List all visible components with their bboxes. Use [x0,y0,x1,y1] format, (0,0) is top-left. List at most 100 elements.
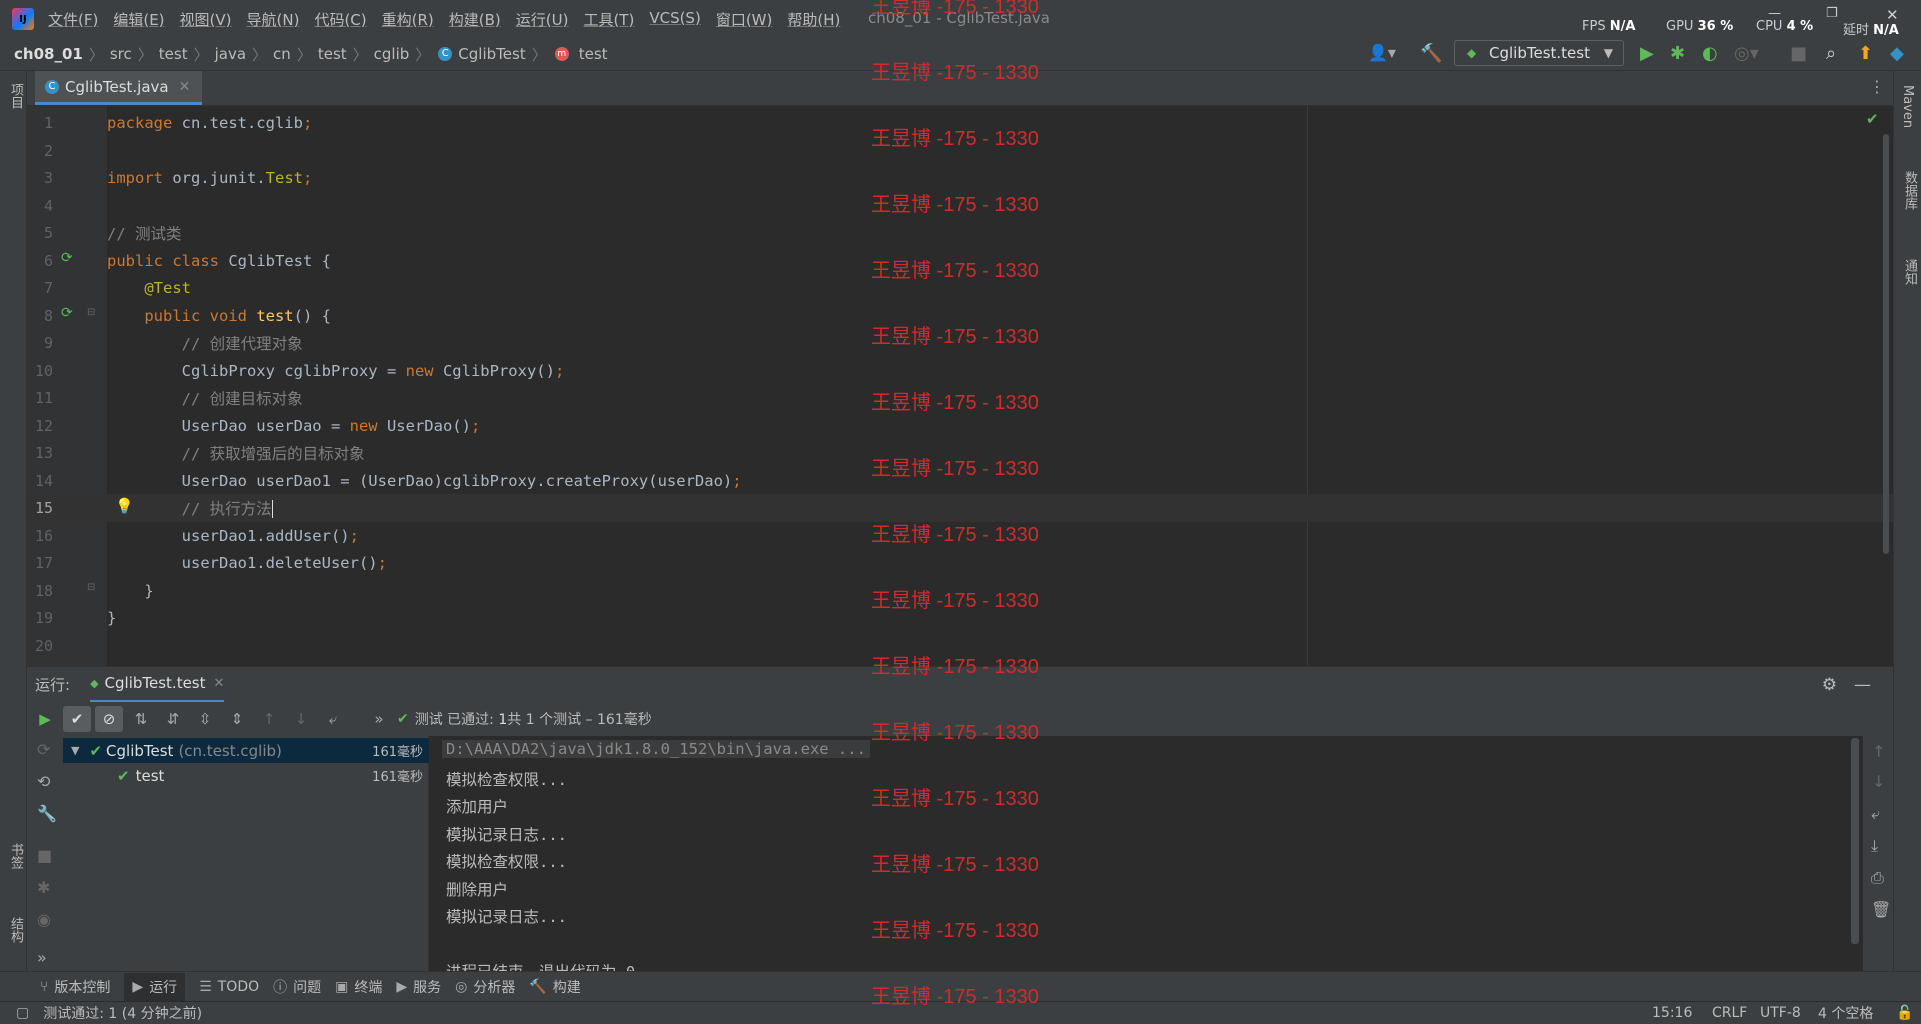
run-tab[interactable]: ◆ CglibTest.test ✕ [90,667,225,703]
sort-alphabetically-icon[interactable]: ⇅ [127,706,155,732]
menu-item-4[interactable]: 代码(C) [314,9,366,30]
inspection-ok-icon[interactable]: ✔ [1866,110,1879,128]
run-config-selector[interactable]: ◆ CglibTest.test ▼ [1454,40,1624,66]
rerun-icon[interactable]: ▶ [31,706,59,732]
breadcrumb-src[interactable]: src [110,45,132,63]
line-ending[interactable]: CRLF [1712,1005,1747,1021]
collapse-all-icon[interactable]: ⇕ [223,706,251,732]
close-window-button[interactable]: ✕ [1886,6,1899,24]
menu-item-7[interactable]: 运行(U) [516,9,569,30]
toggle-auto-test-icon[interactable]: ⟲ [37,772,50,791]
console-output[interactable]: D:\AAA\DA2\java\jdk1.8.0_152\bin\java.ex… [430,736,1863,971]
more-actions-icon[interactable]: » [365,706,393,732]
structure-tool-button[interactable]: 结构 [6,917,25,943]
breadcrumb-test-pkg[interactable]: test [318,45,347,63]
code-line[interactable]: 5 // 测试类 [27,219,1893,247]
maven-tool-button[interactable]: Maven [1900,85,1915,128]
tree-row-test[interactable]: ✔ test 161毫秒 [63,763,429,788]
expand-more-icon[interactable]: » [37,948,47,967]
editor-scrollbar[interactable] [1883,134,1889,554]
tab-todo[interactable]: ☰ TODO [199,979,259,995]
code-line[interactable]: 17 userDao1.deleteUser(); [27,549,1893,577]
tab-services[interactable]: ▶ 服务 [396,977,441,997]
lock-icon[interactable]: 🔓 [1896,1005,1913,1021]
menu-item-11[interactable]: 帮助(H) [787,9,840,30]
ide-features-icon[interactable]: ◆ [1890,43,1904,64]
minimize-button[interactable]: — [1768,6,1781,21]
menu-item-2[interactable]: 视图(V) [180,9,232,30]
coverage-icon[interactable]: ◐ [1702,43,1718,64]
vcs-user-icon[interactable]: 👤▾ [1368,43,1396,62]
menu-item-1[interactable]: 编辑(E) [113,9,164,30]
build-hammer-icon[interactable]: 🔨 [1420,43,1442,64]
maximize-button[interactable]: ❐ [1826,6,1838,21]
tab-problems[interactable]: ⓘ 问题 [273,977,321,997]
soft-wrap-icon[interactable]: ⤶ [1871,804,1880,824]
settings-gear-icon[interactable]: ⚙ [1822,675,1837,695]
menu-item-9[interactable]: VCS(S) [649,9,700,30]
panel-toggle-icon[interactable]: ▢ [16,1005,29,1021]
menu-item-0[interactable]: 文件(F) [48,9,98,30]
show-ignored-icon[interactable]: ⊘ [95,706,123,732]
run-icon[interactable]: ▶ [1640,43,1654,64]
breadcrumb-class[interactable]: CglibTest [458,45,525,63]
stop-run-icon[interactable]: ■ [37,846,52,865]
menu-item-6[interactable]: 构建(B) [449,9,501,30]
update-icon[interactable]: ⬆ [1858,43,1873,64]
code-line[interactable]: 10 CglibProxy cglibProxy = new CglibProx… [27,357,1893,385]
tab-run[interactable]: ▶ 运行 [124,972,186,1001]
more-tabs-icon[interactable]: ⋮ [1869,77,1885,96]
file-encoding[interactable]: UTF-8 [1760,1005,1801,1021]
close-run-tab-icon[interactable]: ✕ [214,676,225,691]
menu-item-10[interactable]: 窗口(W) [716,9,773,30]
expand-all-icon[interactable]: ⇳ [191,706,219,732]
tab-terminal[interactable]: ▣ 终端 [335,977,382,997]
caret-position[interactable]: 15:16 [1652,1005,1692,1021]
print-icon[interactable]: ⎙ [1871,868,1884,888]
tab-build[interactable]: 🔨 构建 [529,977,580,997]
scroll-down-icon[interactable]: ↓ [1872,772,1885,791]
menu-item-3[interactable]: 导航(N) [247,9,300,30]
intellij-logo-icon[interactable]: IJ [12,8,34,30]
profiler-icon[interactable]: ◎▾ [1734,43,1759,64]
close-tab-icon[interactable]: ✕ [179,79,191,95]
breadcrumb-method[interactable]: test [579,45,608,63]
breadcrumb-cglib[interactable]: cglib [374,45,410,63]
indent-setting[interactable]: 4 个空格 [1818,1003,1873,1023]
status-message[interactable]: 测试通过: 1 (4 分钟之前) [43,1003,202,1023]
scroll-to-end-icon[interactable]: ⤓ [1871,836,1878,856]
stop-icon[interactable]: ■ [1790,43,1807,64]
search-icon[interactable]: ⌕ [1826,43,1836,64]
project-tool-button[interactable]: 项目 [6,83,25,109]
breadcrumb-java[interactable]: java [215,45,246,63]
screenshot-icon[interactable]: ◉ [37,910,51,929]
tab-cglibtest-java[interactable]: C CglibTest.java ✕ [35,71,203,105]
debug-run-icon[interactable]: ✱ [37,878,50,897]
hide-panel-icon[interactable]: — [1854,675,1871,695]
breadcrumb-project[interactable]: ch08_01 [14,45,83,63]
scroll-up-icon[interactable]: ↑ [1872,742,1885,761]
menu-item-5[interactable]: 重构(R) [382,9,434,30]
chevron-down-icon[interactable]: ▼ [71,744,79,757]
sort-by-duration-icon[interactable]: ⇵ [159,706,187,732]
menu-item-8[interactable]: 工具(T) [583,9,634,30]
code-line[interactable]: 12 UserDao userDao = new UserDao(); [27,412,1893,440]
breadcrumb-cn[interactable]: cn [273,45,291,63]
tree-row-cglibtest[interactable]: ▼ ✔ CglibTest (cn.test.cglib) 161毫秒 [63,738,429,763]
breadcrumb-test-dir[interactable]: test [159,45,188,63]
bookmarks-tool-button[interactable]: 书签 [6,843,25,869]
database-tool-button[interactable]: 数据库 [1900,171,1919,210]
debug-icon[interactable]: ✱ [1670,43,1685,64]
clear-trash-icon[interactable]: 🗑 [1871,900,1891,919]
previous-failed-icon[interactable]: ↑ [255,706,283,732]
show-passed-icon[interactable]: ✔ [63,706,91,732]
tab-version-control[interactable]: ⑂ 版本控制 [40,977,110,997]
wrench-icon[interactable]: 🔧 [37,804,57,823]
rerun-failed-icon[interactable]: ⟳ [37,740,50,759]
intention-bulb-icon[interactable]: 💡 [115,497,134,515]
tab-profiler[interactable]: ◎ 分析器 [455,977,515,997]
console-scrollbar[interactable] [1851,738,1859,944]
next-failed-icon[interactable]: ↓ [287,706,315,732]
notifications-tool-button[interactable]: 通知 [1900,259,1919,285]
import-tests-icon[interactable]: ⤶ [319,706,347,732]
